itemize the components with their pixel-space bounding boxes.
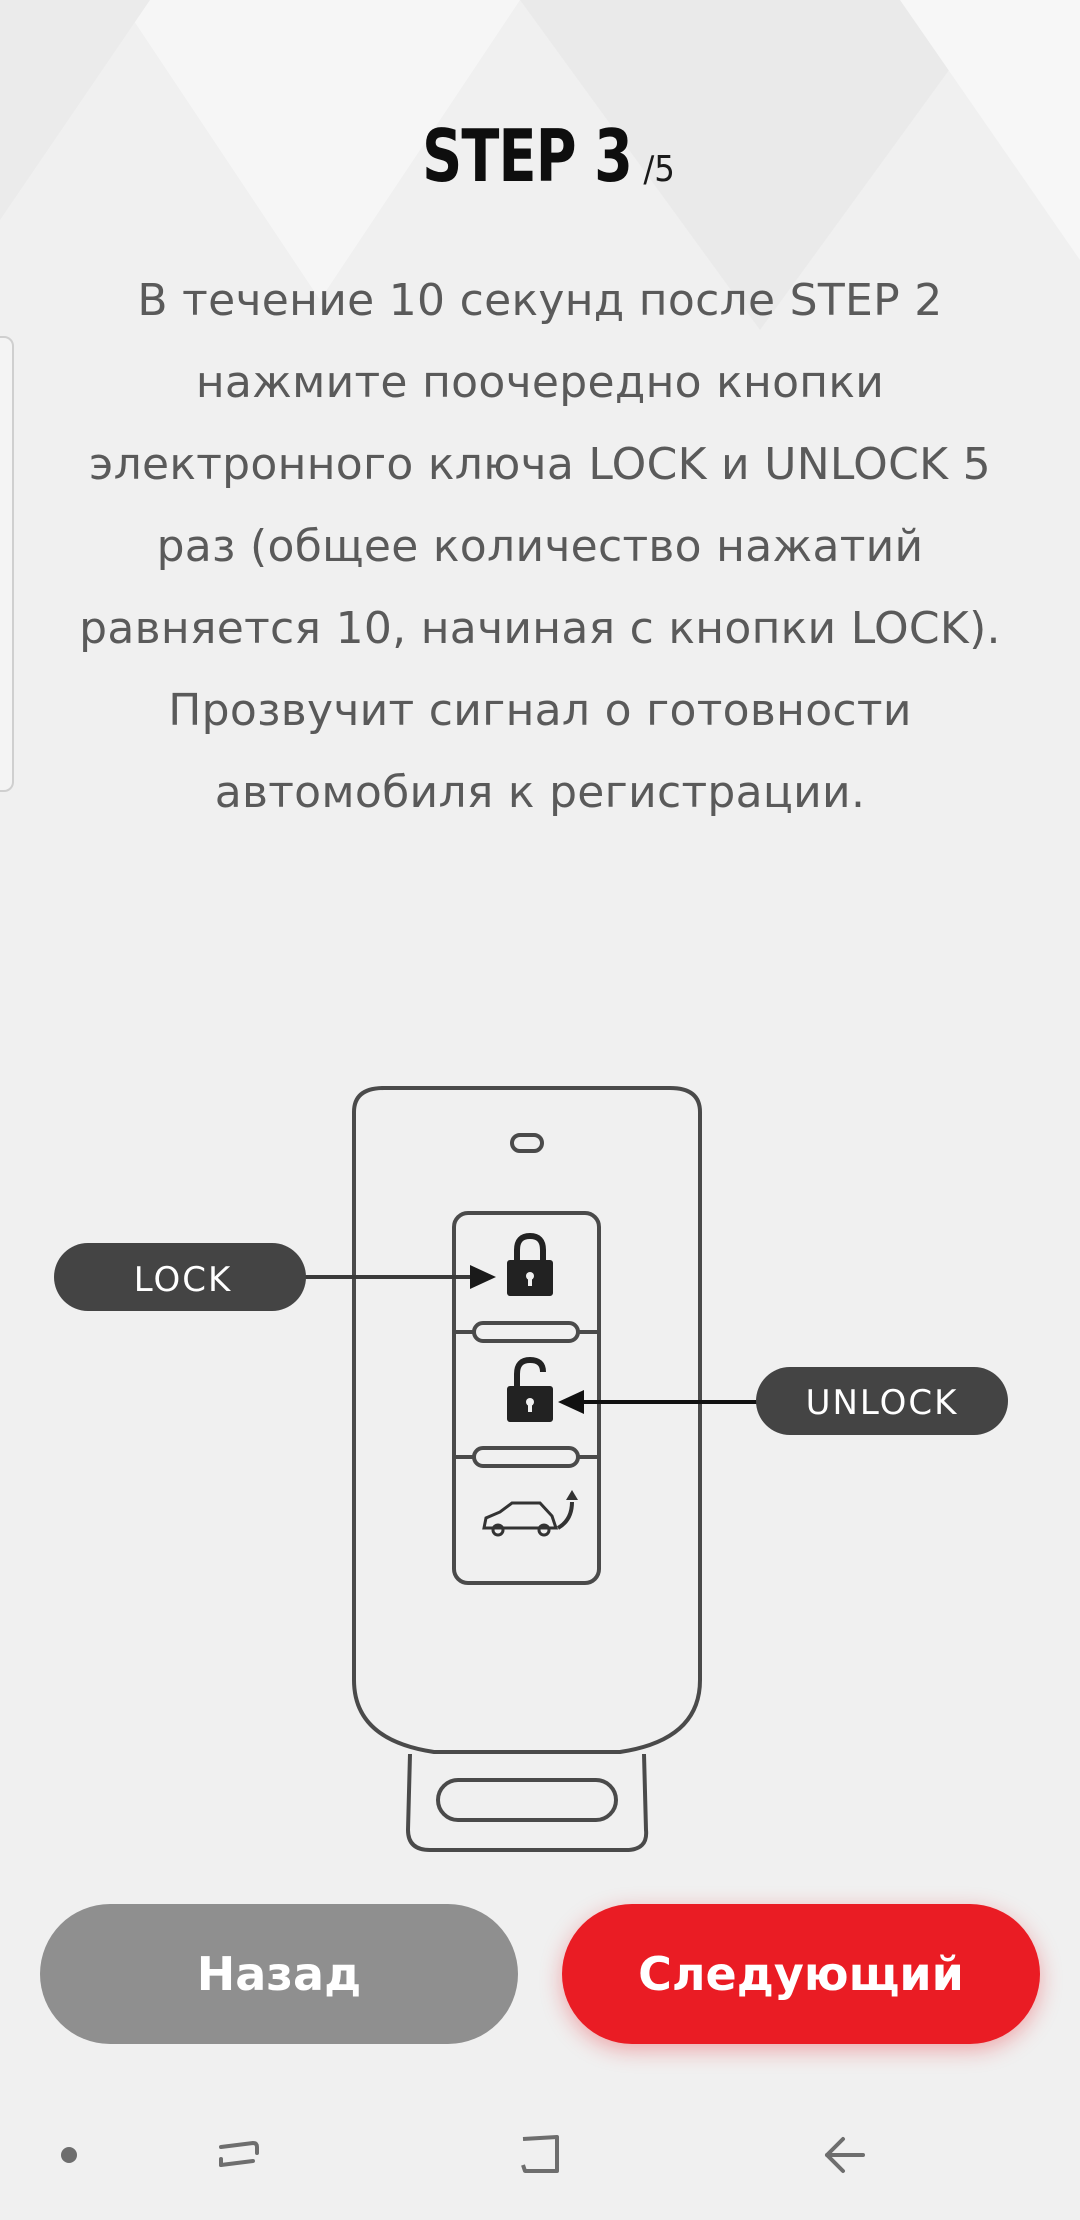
lock-button-icon <box>507 1232 553 1296</box>
back-icon[interactable] <box>800 2110 890 2200</box>
step-indicator: STEP 3/5 <box>0 120 1080 192</box>
key-fob-diagram: LOCK UNLOCK <box>54 1086 1008 1852</box>
instruction-paragraph-2: Прозвучит сигнал о готовности автомобиля… <box>168 685 912 818</box>
back-button[interactable]: Назад <box>40 1904 518 2044</box>
instruction-paragraph-1: В течение 10 секунд после STEP 2 нажмите… <box>79 275 1001 654</box>
unlock-label: UNLOCK <box>806 1383 959 1423</box>
dot-icon[interactable] <box>24 2110 114 2200</box>
led-indicator <box>510 1133 544 1153</box>
next-button[interactable]: Следующий <box>562 1904 1040 2044</box>
lock-arrow-head <box>470 1265 496 1289</box>
key-blade <box>405 1753 649 1852</box>
tailgate-button-icon <box>482 1490 578 1537</box>
edge-panel-handle[interactable] <box>0 336 14 792</box>
step-total: /5 <box>643 149 675 190</box>
unlock-arrow-head <box>558 1390 584 1414</box>
system-navigation-bar <box>0 2090 1080 2220</box>
unlock-button-icon <box>507 1356 553 1422</box>
lock-label: LOCK <box>134 1260 233 1300</box>
key-blade-slot <box>436 1778 618 1822</box>
recent-apps-icon[interactable] <box>194 2110 284 2200</box>
step-number: STEP 3 <box>422 114 633 198</box>
instruction-text: В течение 10 секунд после STEP 2 нажмите… <box>70 260 1010 834</box>
home-icon[interactable] <box>496 2110 586 2200</box>
